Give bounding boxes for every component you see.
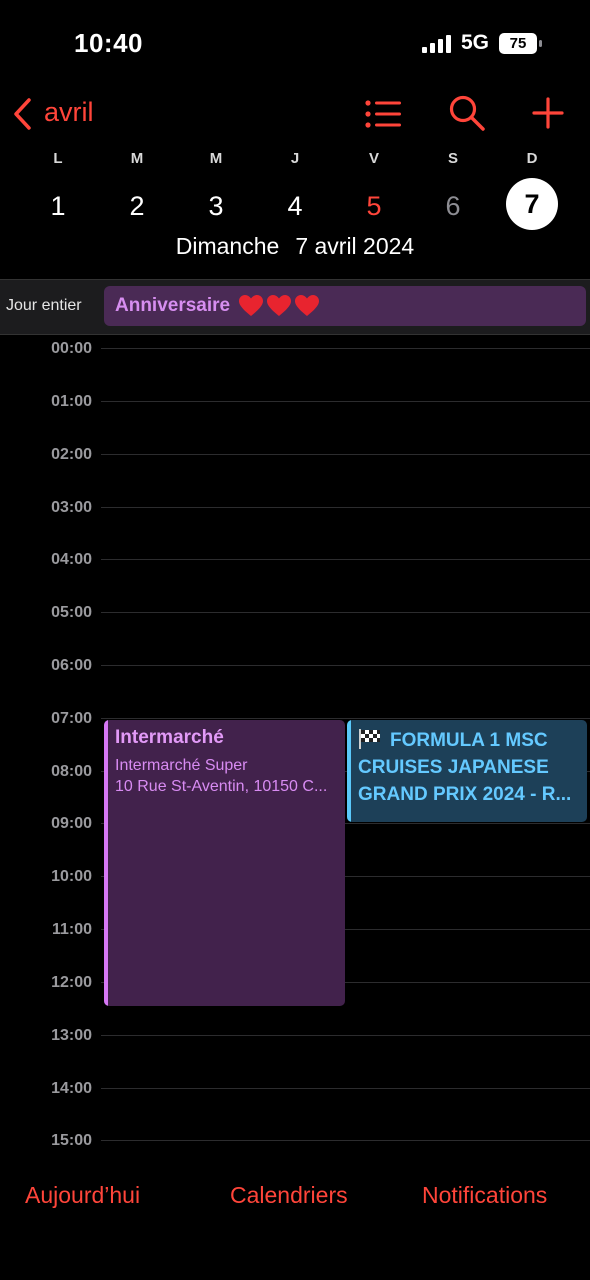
weekday-column-5[interactable]: V 5 [344, 150, 404, 228]
hour-line [101, 1140, 590, 1141]
network-type: 5G [461, 31, 490, 54]
day-number-today[interactable]: 5 [344, 184, 404, 228]
selected-date-title: Dimanche 7 avril 2024 [0, 233, 590, 260]
all-day-row: Jour entier Anniversaire [0, 279, 590, 335]
heart-icon [267, 295, 291, 316]
day-number[interactable]: 2 [107, 184, 167, 228]
hour-label: 08:00 [51, 763, 92, 780]
signal-bars-icon [422, 35, 451, 53]
hour-label: 00:00 [51, 340, 92, 357]
hour-label: 03:00 [51, 499, 92, 516]
weekday-letter: L [53, 150, 63, 167]
search-icon[interactable] [448, 94, 486, 132]
weekday-letter: D [526, 150, 538, 167]
day-number[interactable]: 3 [186, 184, 246, 228]
weekday-letter: J [290, 150, 300, 167]
hour-line [101, 665, 590, 666]
battery-level: 75 [509, 35, 527, 52]
hour-line [101, 718, 590, 719]
day-number[interactable]: 6 [423, 184, 483, 228]
hour-label: 06:00 [51, 657, 92, 674]
all-day-label: Jour entier [6, 297, 82, 314]
today-button[interactable]: Aujourd’hui [25, 1182, 140, 1209]
hour-line [101, 507, 590, 508]
hour-label: 02:00 [51, 446, 92, 463]
plus-icon[interactable] [532, 97, 564, 129]
weekday-column-2[interactable]: M 2 [107, 150, 167, 228]
hour-line [101, 454, 590, 455]
hour-line [101, 348, 590, 349]
event-formula1[interactable]: FORMULA 1 MSC CRUISES JAPANESE GRAND PRI… [347, 720, 587, 822]
all-day-event-title: Anniversaire [115, 295, 230, 317]
hour-label: 01:00 [51, 393, 92, 410]
hour-label: 04:00 [51, 551, 92, 568]
list-icon[interactable] [364, 98, 402, 130]
selected-date: 7 avril 2024 [295, 233, 415, 259]
hour-label: 12:00 [51, 974, 92, 991]
day-number[interactable]: 1 [28, 184, 88, 228]
day-number[interactable]: 4 [265, 184, 325, 228]
hour-line [101, 1088, 590, 1089]
notifications-button[interactable]: Notifications [422, 1182, 547, 1209]
status-time: 10:40 [74, 28, 143, 58]
chevron-left-icon[interactable] [12, 97, 34, 131]
hour-label: 05:00 [51, 604, 92, 621]
weekday-letter: V [368, 150, 379, 167]
event-intermarche[interactable]: Intermarché Intermarché Super 10 Rue St-… [104, 720, 345, 1006]
hour-label: 10:00 [51, 868, 92, 885]
back-button-month[interactable]: avril [44, 97, 94, 128]
event-title: FORMULA 1 MSC CRUISES JAPANESE GRAND PRI… [358, 730, 572, 805]
hour-label: 11:00 [51, 921, 92, 938]
calendar-app: 10:40 5G 75 avril L 1 M 2 M 3 J 4 V 5 S … [0, 0, 590, 1280]
weekday-column-3[interactable]: M 3 [186, 150, 246, 228]
hour-label: 14:00 [51, 1080, 92, 1097]
event-title-text: Anniversaire [115, 295, 231, 316]
event-location-address: 10 Rue St-Aventin, 10150 C... [115, 778, 328, 795]
selected-day-name: Dimanche [175, 233, 280, 259]
hour-line [101, 559, 590, 560]
hour-line [101, 1035, 590, 1036]
heart-icon [295, 295, 319, 316]
hour-label: 13:00 [51, 1027, 92, 1044]
event-location-name: Intermarché Super [115, 757, 248, 774]
all-day-event[interactable]: Anniversaire [104, 286, 586, 326]
hour-line [101, 401, 590, 402]
hour-label: 15:00 [51, 1132, 92, 1149]
hour-label: 07:00 [51, 710, 92, 727]
hour-line [101, 612, 590, 613]
weekday-letter: S [447, 150, 458, 167]
hour-label: 09:00 [51, 815, 92, 832]
day-number-selected[interactable]: 7 [506, 178, 558, 230]
bottom-toolbar: Aujourd’hui Calendriers Notifications [0, 1160, 590, 1280]
heart-icon [239, 295, 263, 316]
weekday-column-6[interactable]: S 6 [423, 150, 483, 228]
weekday-column-1[interactable]: L 1 [28, 150, 88, 228]
weekday-column-4[interactable]: J 4 [265, 150, 325, 228]
calendars-button[interactable]: Calendriers [230, 1182, 348, 1209]
event-color-bar [347, 720, 351, 822]
weekday-column-7[interactable]: D 7 [502, 150, 562, 230]
weekday-letter: M [130, 150, 144, 167]
weekday-letter: M [209, 150, 223, 167]
event-title: Intermarché [115, 727, 224, 748]
event-color-bar [104, 720, 108, 1006]
hearts-group [238, 294, 320, 318]
